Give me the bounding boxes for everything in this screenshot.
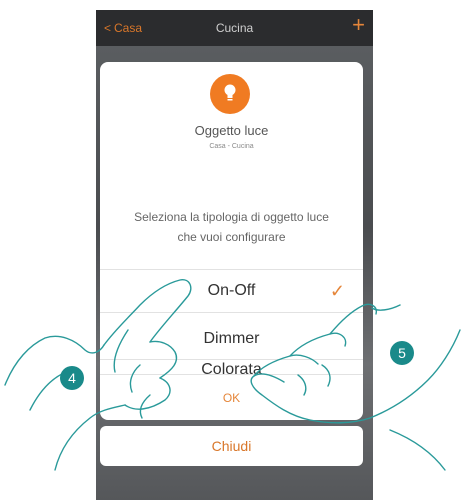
divider (100, 374, 363, 375)
option-dimmer[interactable]: Dimmer (100, 322, 363, 356)
navigation-bar: < Casa Cucina + (96, 10, 373, 46)
dialog-subtitle: Casa - Cucina (209, 143, 254, 150)
option-on-off[interactable]: On-Off ✓ (100, 274, 363, 308)
page-title: Cucina (215, 21, 254, 35)
option-label: On-Off (207, 282, 256, 299)
option-label: Dimmer (203, 330, 260, 347)
checkmark-icon: ✓ (329, 281, 345, 301)
step-badge-4: 4 (60, 366, 84, 390)
divider (100, 312, 363, 313)
light-bulb-icon (210, 74, 250, 114)
divider (100, 269, 363, 270)
close-button[interactable]: Chiudi (100, 426, 363, 466)
dialog-title: Oggetto luce (194, 123, 269, 138)
step-badge-5: 5 (390, 341, 414, 365)
ok-button[interactable]: OK (100, 376, 363, 420)
dialog-description: Seleziona la tipologia di oggetto luce c… (134, 210, 329, 244)
object-type-dialog: Oggetto luce Casa - Cucina Seleziona la … (100, 62, 363, 420)
plus-icon[interactable]: + (352, 14, 365, 36)
